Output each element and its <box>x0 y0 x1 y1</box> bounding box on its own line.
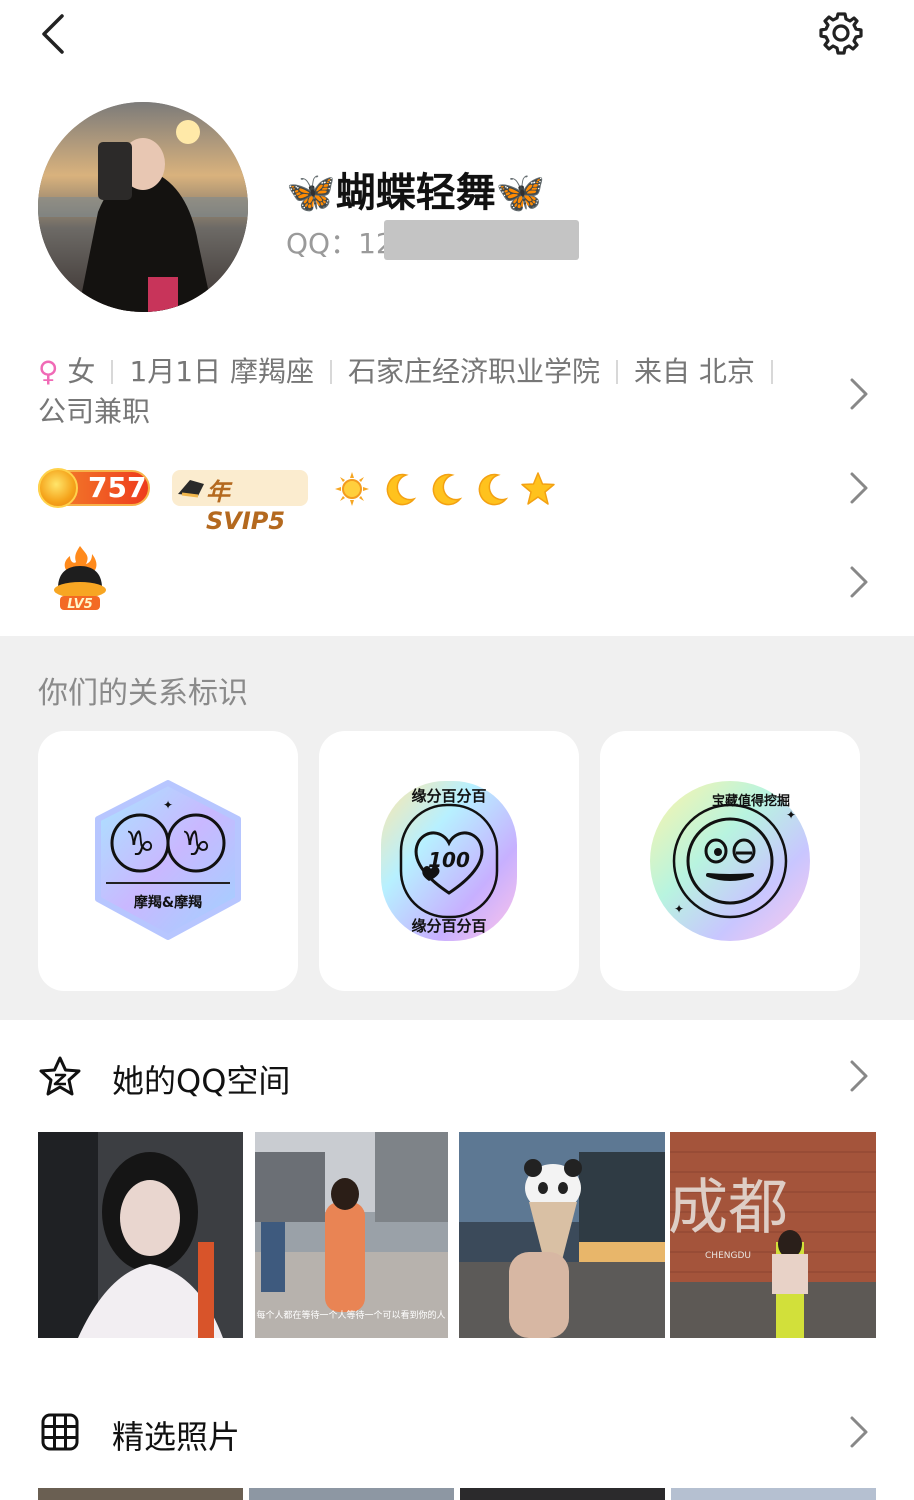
qzone-photo-1[interactable] <box>38 1132 243 1338</box>
info-chevron-icon[interactable] <box>844 374 874 414</box>
heart-100-text: 100 <box>428 848 470 872</box>
qzone-photo-3[interactable] <box>459 1132 665 1338</box>
birthday-text: 1月1日 摩羯座 <box>129 355 314 388</box>
moon-icon <box>432 473 463 506</box>
fire-level-icon[interactable]: LV5 <box>46 544 114 616</box>
back-icon[interactable] <box>36 12 76 56</box>
fire-chevron-icon[interactable] <box>844 562 874 602</box>
fire-level-text: LV5 <box>67 597 93 612</box>
featured-chevron-icon[interactable] <box>844 1412 874 1452</box>
featured-photo-1[interactable] <box>38 1488 243 1500</box>
moon-icon <box>386 473 417 506</box>
school-text: 石家庄经济职业学院 <box>347 355 600 388</box>
svg-text:✦: ✦ <box>674 902 684 916</box>
qzone-chevron-icon[interactable] <box>844 1056 874 1096</box>
svg-text:✦: ✦ <box>786 808 796 822</box>
treasure-badge-label: 宝藏值得挖掘 <box>712 793 790 809</box>
featured-photo-3[interactable] <box>460 1488 665 1500</box>
relation-card-heart[interactable]: 100 缘分百分百 缘分百分百 <box>319 731 579 991</box>
capricorn-badge-label: 摩羯&摩羯 <box>134 894 202 911</box>
svip-label: 年SVIP5 <box>206 478 286 535</box>
featured-photo-4[interactable] <box>671 1488 876 1500</box>
location-text: 来自 北京 <box>633 355 755 388</box>
qzone-title[interactable]: 她的QQ空间 <box>112 1056 290 1102</box>
qzone-photo-2[interactable]: 每个人都在等待一个人等待一个可以看到你的人 <box>255 1132 448 1338</box>
profile-info[interactable]: ♀ 女 1月1日 摩羯座 石家庄经济职业学院 来自 北京公司兼职 <box>38 352 818 432</box>
svg-text:♑: ♑ <box>181 824 211 864</box>
qzone-photo-4-caption: 成都 <box>670 1173 788 1243</box>
grid-icon <box>41 1413 79 1451</box>
qzone-star-icon <box>39 1056 81 1096</box>
svg-text:♑: ♑ <box>125 824 155 864</box>
gear-icon[interactable] <box>818 10 864 56</box>
relation-title: 你们的关系标识 <box>38 676 248 711</box>
level-number: 757 <box>88 471 147 504</box>
featured-title[interactable]: 精选照片 <box>112 1412 240 1458</box>
moon-icon <box>478 473 509 506</box>
heart-100-badge-icon: 100 缘分百分百 缘分百分百 <box>381 781 517 941</box>
coin-icon <box>38 468 78 508</box>
qq-number-mask <box>384 220 579 260</box>
badges-chevron-icon[interactable] <box>844 468 874 508</box>
qzone-photo-4-subtext: CHENGDU <box>705 1251 751 1261</box>
relation-card-capricorn[interactable]: ♑ ♑ ✦ 摩羯&摩羯 <box>38 731 298 991</box>
svip-penguin-icon <box>178 480 204 498</box>
svg-text:✦: ✦ <box>163 798 173 812</box>
qzone-photo-2-caption: 每个人都在等待一个人等待一个可以看到你的人 <box>256 1309 445 1321</box>
featured-photo-2[interactable] <box>249 1488 454 1500</box>
female-icon: ♀ <box>38 355 59 388</box>
nickname: 🦋蝴蝶轻舞🦋 <box>286 170 546 216</box>
avatar[interactable] <box>38 102 248 312</box>
qzone-photo-4[interactable]: 成都 CHENGDU <box>670 1132 876 1338</box>
heart-badge-label-bottom: 缘分百分百 <box>411 917 486 935</box>
svip-badge[interactable]: 年SVIP5 <box>172 470 308 535</box>
sun-icon <box>335 472 369 506</box>
heart-badge-label-top: 缘分百分百 <box>411 787 486 805</box>
relation-card-treasure[interactable]: ✦ ✦ 宝藏值得挖掘 <box>600 731 860 991</box>
qq-number-label: QQ：12 <box>286 227 394 260</box>
job-text: 公司兼职 <box>38 395 151 428</box>
gender-text: 女 <box>67 355 96 388</box>
star-icon <box>521 472 555 505</box>
treasure-face-badge-icon: ✦ ✦ 宝藏值得挖掘 <box>650 781 810 941</box>
capricorn-pair-badge-icon: ♑ ♑ ✦ 摩羯&摩羯 <box>95 780 241 940</box>
